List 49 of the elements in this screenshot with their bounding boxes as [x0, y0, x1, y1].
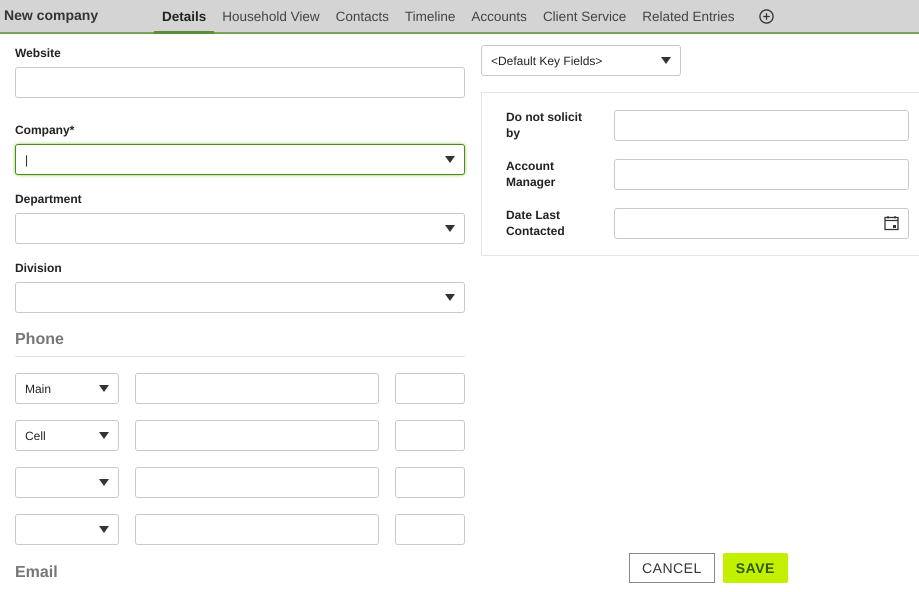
tab[interactable]: Client Service [534, 0, 634, 34]
page-title: New company [3, 6, 100, 25]
caret-icon [661, 57, 671, 64]
save-button[interactable]: SAVE [722, 553, 788, 583]
section-heading: Email [15, 563, 59, 583]
extension-field[interactable] [395, 420, 465, 451]
extension-field[interactable] [395, 514, 465, 545]
dropdown-field[interactable]: | [15, 144, 465, 175]
add-tab-icon[interactable] [758, 9, 774, 24]
cancel-button[interactable]: CANCEL [629, 553, 715, 583]
input-field[interactable] [614, 158, 909, 190]
field-label: Website [15, 45, 62, 62]
section-heading: Phone [15, 330, 65, 350]
calendar-icon[interactable] [884, 215, 899, 231]
field-label: Date Last Contacted [506, 207, 566, 239]
phone-type-dropdown[interactable] [15, 467, 119, 498]
field-label: Do not solicit by [506, 109, 583, 141]
input-field[interactable] [614, 110, 909, 140]
phone-type-dropdown[interactable]: Main [15, 373, 119, 404]
field-label: Account Manager [506, 158, 556, 190]
phone-type-dropdown[interactable] [15, 514, 119, 545]
date-field[interactable] [614, 208, 909, 238]
caret-icon [445, 294, 455, 301]
tab[interactable]: Related Entries [634, 0, 743, 34]
extension-field[interactable] [395, 467, 465, 498]
tab[interactable]: Details [154, 0, 214, 34]
caret-icon [99, 479, 109, 486]
field-label: Department [15, 191, 83, 208]
phone-type-dropdown[interactable]: Cell [15, 420, 119, 451]
caret-icon [99, 526, 109, 533]
tab[interactable]: Household View [214, 0, 328, 34]
caret-icon [99, 385, 109, 392]
phone-number-field[interactable] [135, 373, 379, 404]
phone-number-field[interactable] [135, 514, 379, 545]
field-label: Division [15, 260, 63, 277]
key-fields-dropdown[interactable]: <Default Key Fields> [481, 45, 681, 76]
tab[interactable]: Accounts [463, 0, 535, 34]
caret-icon [445, 225, 455, 232]
dropdown-field[interactable] [15, 213, 465, 244]
input-field[interactable] [15, 67, 465, 98]
field-label: Company* [15, 122, 76, 139]
tab[interactable]: Contacts [328, 0, 397, 34]
caret-icon [445, 156, 455, 163]
extension-field[interactable] [395, 373, 465, 404]
caret-icon [99, 432, 109, 439]
phone-number-field[interactable] [135, 420, 379, 451]
tab[interactable]: Timeline [396, 0, 464, 34]
dropdown-field[interactable] [15, 282, 465, 313]
phone-number-field[interactable] [135, 467, 379, 498]
